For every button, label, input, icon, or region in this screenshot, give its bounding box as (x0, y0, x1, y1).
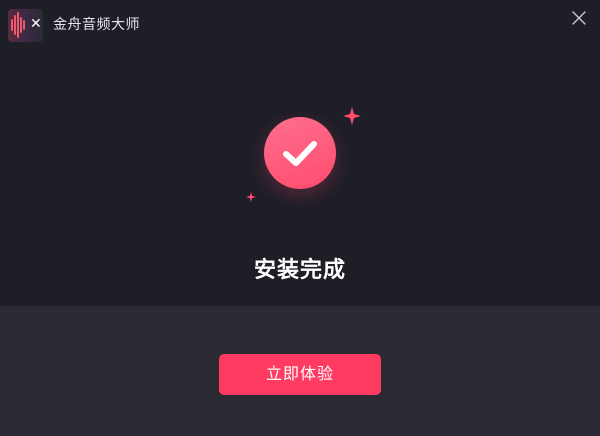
scissors-icon: ✕ (30, 16, 42, 32)
install-complete-heading: 安装完成 (253, 258, 346, 283)
title-bar: ✕ 金舟音频大师 (0, 0, 600, 50)
close-button[interactable] (570, 9, 588, 27)
logo-wave-bar (11, 19, 13, 31)
check-circle-icon (264, 117, 336, 189)
logo-wave-bar (17, 12, 19, 38)
try-now-button[interactable]: 立即体验 (219, 354, 381, 395)
close-icon (572, 11, 586, 25)
checkmark-icon (283, 141, 317, 166)
app-title: 金舟音频大师 (53, 17, 140, 33)
logo-wave-bar (20, 17, 22, 33)
sparkle-icon (343, 107, 361, 125)
app-logo-icon: ✕ (8, 9, 43, 42)
installer-window: ✕ 金舟音频大师 安装完成 立即体验 (0, 0, 600, 436)
logo-wave-bar (23, 20, 25, 30)
sparkle-small-icon (246, 192, 256, 202)
logo-wave-bar (14, 15, 16, 35)
